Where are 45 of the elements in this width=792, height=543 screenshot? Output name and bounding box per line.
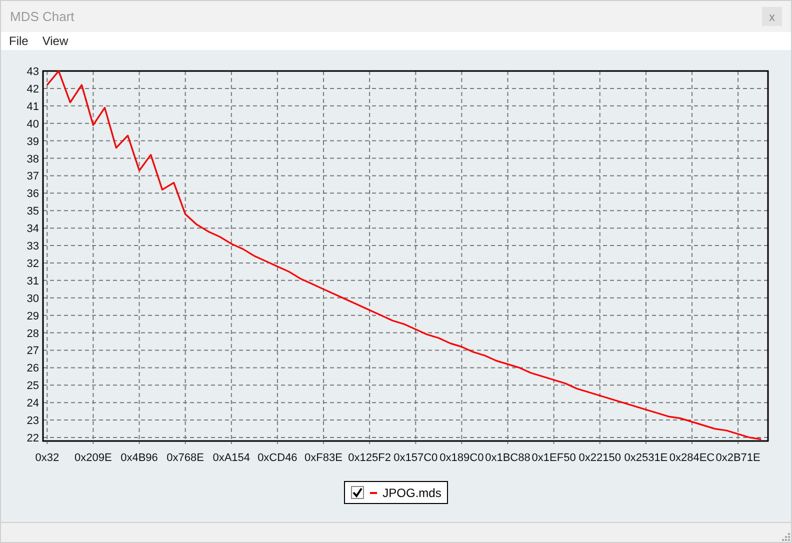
legend-label: JPOG.mds [382,484,442,502]
x-tick-label: 0x1EF50 [532,452,576,464]
y-tick-label: 43 [26,66,39,78]
y-tick-label: 39 [26,136,39,148]
menu-item[interactable]: View [37,32,74,50]
y-tick-label: 33 [26,240,39,253]
x-tick-label: 0x189C0 [440,452,484,464]
x-tick-label: 0x768E [166,452,204,464]
window-title: MDS Chart [10,8,74,26]
y-tick-label: 25 [26,380,39,392]
y-tick-label: 30 [26,292,39,305]
x-tick-label: 0x32 [35,452,60,464]
y-tick-label: 36 [26,188,39,200]
x-tick-label: 0x2531E [624,452,668,464]
y-tick-label: 40 [26,118,39,130]
y-tick-label: 28 [26,328,39,340]
y-tick-label: 42 [26,83,39,96]
y-tick-label: 26 [26,362,39,375]
x-tick-label: 0xF83E [304,452,342,464]
x-tick-label: 0x1BC88 [485,452,530,464]
y-tick-label: 24 [26,398,39,410]
y-tick-label: 27 [26,345,39,358]
x-tick-label: 0x125F2 [348,452,391,464]
menu-item[interactable]: File [4,32,34,50]
resize-grip-icon[interactable] [781,532,790,541]
y-tick-label: 41 [26,100,39,113]
x-tick-label: 0x2B71E [716,452,760,464]
x-tick-label: 0x4B96 [120,452,158,464]
x-tick-label: 0x22150 [578,452,621,464]
legend-checkbox[interactable] [350,486,364,499]
x-tick-label: 0xA154 [212,452,250,464]
y-tick-label: 34 [26,223,39,236]
y-tick-label: 31 [26,275,39,288]
x-tick-label: 0x284EC [669,452,715,464]
y-tick-label: 32 [26,258,39,270]
x-tick-label: 0x209E [74,452,112,464]
y-tick-label: 35 [26,206,39,218]
y-tick-label: 22 [26,432,39,444]
check-icon [352,487,363,498]
x-tick-label: 0xCD46 [258,452,298,464]
y-tick-label: 29 [26,310,39,322]
y-tick-label: 38 [26,153,39,166]
y-tick-label: 37 [26,170,39,183]
x-tick-label: 0x157C0 [394,452,438,464]
y-tick-label: 23 [26,415,39,428]
